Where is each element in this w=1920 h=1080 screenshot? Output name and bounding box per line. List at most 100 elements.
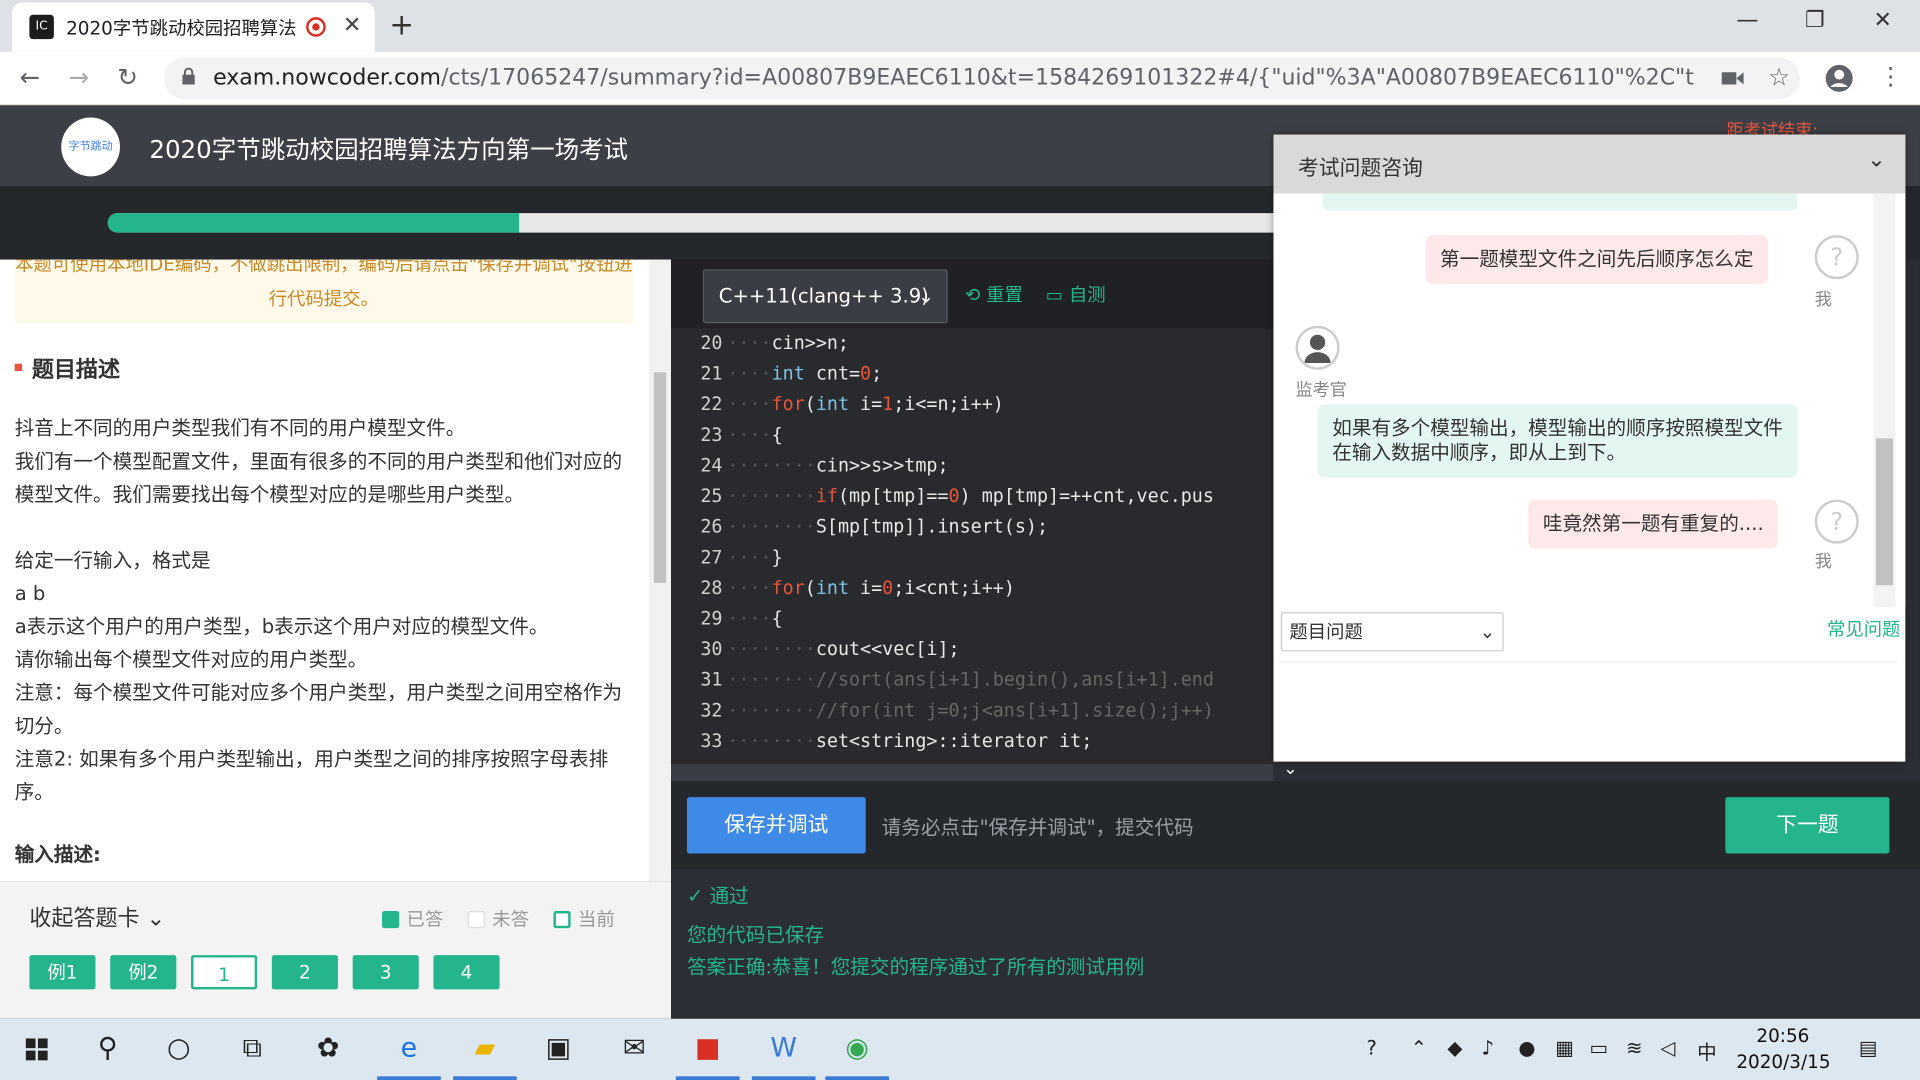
code-area[interactable]: 20 ····cin>>n; 21 ····int cnt=0; 22 ····for(i…	[671, 328, 1274, 765]
reload-button[interactable]: ↻	[118, 62, 139, 91]
chrome-icon[interactable]: ◉	[820, 1019, 893, 1080]
store-icon[interactable]: ▣	[522, 1019, 595, 1080]
recording-icon	[306, 17, 326, 37]
indent-guide: ····	[727, 362, 772, 385]
wifi-icon[interactable]: ≋	[1626, 1036, 1642, 1059]
question-button-ex2[interactable]: 例2	[110, 955, 177, 990]
code-line: 28 ····for(int i=0;i<cnt;i++)	[671, 573, 1273, 604]
code-token: int	[815, 393, 849, 416]
indent-guide: ····	[727, 423, 772, 446]
search-icon[interactable]: ⚲	[71, 1019, 144, 1080]
volume-icon[interactable]: ◁	[1660, 1036, 1675, 1059]
browser-menu-icon[interactable]: ⋮	[1878, 61, 1902, 90]
chat-title: 考试问题咨询	[1297, 156, 1423, 182]
code-token: ;	[871, 362, 883, 385]
action-bar: 保存并调试 请务必点击"保存并调试"，提交代码 下一题	[671, 781, 1920, 870]
dropbox-icon[interactable]: ◆	[1447, 1036, 1462, 1059]
minimize-button[interactable]: —	[1736, 7, 1758, 33]
exam-progress-bar	[107, 213, 1284, 233]
address-bar-row: ← → ↻ exam.nowcoder.com/cts/17065247/sum…	[0, 51, 1920, 106]
security-icon[interactable]: ●	[1518, 1036, 1535, 1059]
close-window-button[interactable]: ✕	[1873, 7, 1891, 33]
collapse-answer-card-button[interactable]: 收起答题卡 ⌄	[29, 901, 165, 933]
code-token: 0	[882, 576, 894, 599]
indent-guide: ········	[727, 515, 816, 538]
question-button-1[interactable]: 1	[191, 955, 258, 990]
question-button-2[interactable]: 2	[271, 955, 338, 990]
tab-close-icon[interactable]: ✕	[343, 12, 361, 38]
faq-link[interactable]: 常见问题	[1827, 616, 1900, 642]
save-and-debug-button[interactable]: 保存并调试	[686, 797, 866, 854]
mail-icon[interactable]: ✉	[598, 1019, 671, 1080]
chat-bubble-me: 第一题模型文件之间先后顺序怎么定	[1425, 235, 1769, 285]
office-icon[interactable]: ■	[671, 1019, 744, 1080]
question-button-ex1[interactable]: 例1	[29, 955, 96, 990]
code-token: i=	[848, 576, 883, 599]
code-token: ;i<=n;i++)	[893, 393, 1004, 416]
editor-expand-bar[interactable]: ⌄	[671, 759, 1298, 782]
tray-expand-icon[interactable]: ⌃	[1411, 1036, 1427, 1059]
action-center-icon[interactable]: ▤	[1859, 1036, 1878, 1059]
code-line: 27 ····}	[671, 542, 1273, 573]
me-label-2: 我	[1814, 552, 1832, 572]
description-line: a表示这个用户的用户类型，b表示这个用户对应的模型文件。	[14, 614, 549, 638]
tab-title: 2020字节跳动校园招聘算法	[66, 17, 297, 40]
chat-input[interactable]	[1278, 661, 1898, 750]
clock[interactable]: 20:56 2020/3/15	[1736, 1024, 1830, 1075]
line-number: 33	[700, 729, 723, 752]
chat-collapse-icon[interactable]: ⌄	[1867, 147, 1885, 173]
question-category-select[interactable]: 题目问题 ⌄	[1280, 612, 1504, 652]
question-button-4[interactable]: 4	[433, 955, 500, 990]
description-line: a b	[14, 581, 46, 605]
chat-header[interactable]: 考试问题咨询 ⌄	[1273, 134, 1906, 194]
cortana-icon[interactable]: ○	[142, 1019, 215, 1080]
code-line: 23 ····{	[671, 420, 1273, 451]
code-token: (	[804, 576, 816, 599]
task-view-icon[interactable]: ⧉	[216, 1019, 289, 1080]
code-token: cout<<vec[i];	[815, 637, 960, 661]
chat-scrollbar[interactable]	[1873, 193, 1896, 608]
back-button[interactable]: ←	[20, 62, 41, 91]
app-icon[interactable]: ✿	[291, 1019, 364, 1080]
maximize-button[interactable]: ❐	[1805, 7, 1825, 33]
line-number: 20	[700, 331, 723, 354]
ime-indicator[interactable]: 中	[1697, 1036, 1717, 1065]
camera-icon[interactable]	[1721, 69, 1744, 89]
legend-unanswered-label: 未答	[492, 908, 530, 931]
indent-guide: ····	[727, 546, 772, 569]
problem-scrollbar[interactable]	[648, 259, 672, 882]
battery-icon[interactable]: ▭	[1589, 1036, 1608, 1059]
code-token: (mp[tmp]==	[837, 484, 949, 507]
start-button[interactable]	[0, 1019, 73, 1080]
section-title-input: 输入描述:	[14, 842, 101, 866]
reset-button[interactable]: ⟲ 重置	[965, 282, 1023, 308]
line-number: 22	[700, 393, 723, 416]
url-input[interactable]: exam.nowcoder.com/cts/17065247/summary?i…	[164, 57, 1801, 100]
next-question-button[interactable]: 下一题	[1725, 797, 1890, 854]
screen-icon[interactable]: ▦	[1555, 1036, 1574, 1059]
profile-icon[interactable]	[1825, 64, 1854, 93]
self-test-button[interactable]: ▭ 自测	[1046, 282, 1106, 308]
browser-tab[interactable]: IC 2020字节跳动校园招聘算法 ✕	[12, 2, 375, 52]
windows-taskbar: ⚲ ○ ⧉ ✿ e ▰ ▣ ✉ ■ W ◉ ? ⌃ ◆ ♪ ● ▦ ▭ ≋ ◁ …	[0, 1018, 1920, 1080]
forward-button[interactable]: →	[69, 62, 90, 91]
language-select[interactable]: C++11(clang++ 3.9) ⌄	[702, 269, 948, 324]
question-button-3[interactable]: 3	[352, 955, 419, 990]
bookmark-star-icon[interactable]: ☆	[1768, 62, 1790, 91]
code-token: {	[771, 423, 783, 446]
problem-scroll-thumb[interactable]	[653, 372, 667, 583]
wps-icon[interactable]: W	[747, 1019, 820, 1080]
chat-bubble-me-2: 哇竟然第一题有重复的....	[1528, 499, 1779, 549]
new-tab-button[interactable]: +	[389, 7, 414, 41]
chat-scroll-thumb[interactable]	[1875, 438, 1894, 586]
expand-chevron-icon[interactable]: ⌄	[1283, 759, 1297, 779]
file-explorer-icon[interactable]: ▰	[448, 1019, 521, 1080]
code-line: 32 ········//for(int j=0;j<ans[i+1].size(…	[671, 696, 1273, 727]
code-token: S[mp[tmp]].insert(s);	[815, 515, 1049, 538]
edge-icon[interactable]: e	[372, 1019, 445, 1080]
indent-guide: ········	[727, 699, 816, 722]
save-hint: 请务必点击"保存并调试"，提交代码	[881, 815, 1194, 839]
description-line: 请你输出每个模型文件对应的用户类型。	[14, 647, 368, 672]
notification-bell-icon[interactable]: ♪	[1482, 1036, 1495, 1059]
help-icon[interactable]: ?	[1367, 1036, 1377, 1059]
